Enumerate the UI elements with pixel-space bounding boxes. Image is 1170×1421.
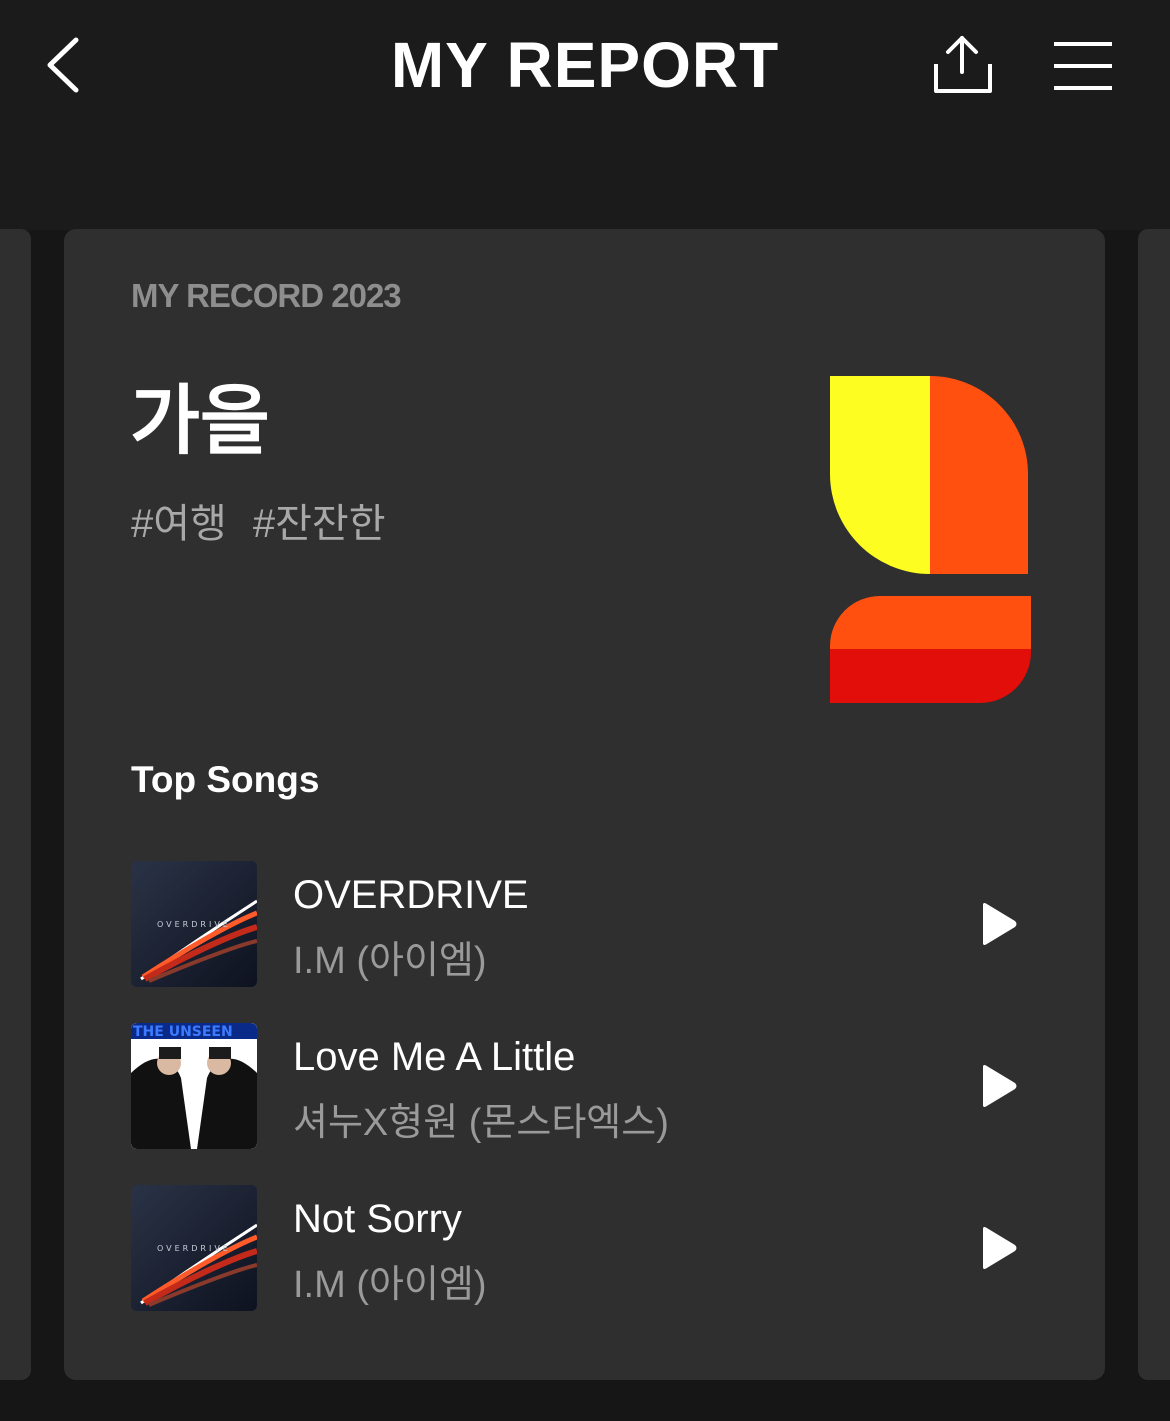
- song-title: Not Sorry: [293, 1197, 462, 1241]
- share-icon: [934, 36, 992, 93]
- cover-label: OVERDRIVE: [157, 1244, 231, 1253]
- cover-label: OVERDRIVE: [157, 920, 231, 929]
- menu-button[interactable]: [1048, 36, 1118, 96]
- top-songs-title: Top Songs: [131, 759, 320, 800]
- tag: #잔잔한: [252, 502, 386, 546]
- album-cover: THE UNSEEN: [131, 1023, 257, 1149]
- logo-yellow-shape: [830, 376, 930, 574]
- next-card-peek[interactable]: [1138, 229, 1170, 1380]
- song-title: Love Me A Little: [293, 1035, 576, 1079]
- share-button[interactable]: [924, 30, 1000, 100]
- top-songs-list: OVERDRIVE OVERDRIVE I.M (아이엠) THE UNSEEN: [131, 861, 1051, 1347]
- song-row[interactable]: THE UNSEEN Love Me A Little 셔누X형원 (몬스타엑스…: [131, 1023, 1051, 1185]
- season-title: 가을: [130, 379, 270, 464]
- album-cover: OVERDRIVE: [131, 1185, 257, 1311]
- song-artist: 셔누X형원 (몬스타엑스): [293, 1102, 669, 1144]
- tag-list: #여행 #잔잔한: [131, 491, 386, 549]
- play-icon: [983, 1227, 1017, 1269]
- song-row[interactable]: OVERDRIVE OVERDRIVE I.M (아이엠): [131, 861, 1051, 1023]
- song-artist: I.M (아이엠): [293, 940, 487, 982]
- play-button[interactable]: [971, 899, 1021, 949]
- play-icon: [983, 903, 1017, 945]
- previous-card-peek[interactable]: [0, 229, 31, 1380]
- play-button[interactable]: [971, 1223, 1021, 1273]
- play-icon: [983, 1065, 1017, 1107]
- album-cover: OVERDRIVE: [131, 861, 257, 987]
- app-header: MY REPORT: [0, 0, 1170, 130]
- hamburger-menu-icon: [1054, 42, 1112, 90]
- tag: #여행: [131, 502, 227, 546]
- header-band: [0, 130, 1170, 230]
- record-label: MY RECORD 2023: [131, 277, 402, 314]
- logo-orange-bar: [830, 596, 1031, 650]
- song-artist: I.M (아이엠): [293, 1264, 487, 1306]
- logo-red-bar: [830, 649, 1031, 703]
- report-card: MY RECORD 2023 가을 #여행 #잔잔한 Top Songs OVE…: [64, 229, 1105, 1380]
- logo-orange-shape: [930, 376, 1028, 574]
- cover-label: THE UNSEEN: [133, 1024, 233, 1040]
- play-button[interactable]: [971, 1061, 1021, 1111]
- season-logo: [830, 376, 1031, 703]
- song-row[interactable]: OVERDRIVE Not Sorry I.M (아이엠): [131, 1185, 1051, 1347]
- song-title: OVERDRIVE: [293, 873, 529, 917]
